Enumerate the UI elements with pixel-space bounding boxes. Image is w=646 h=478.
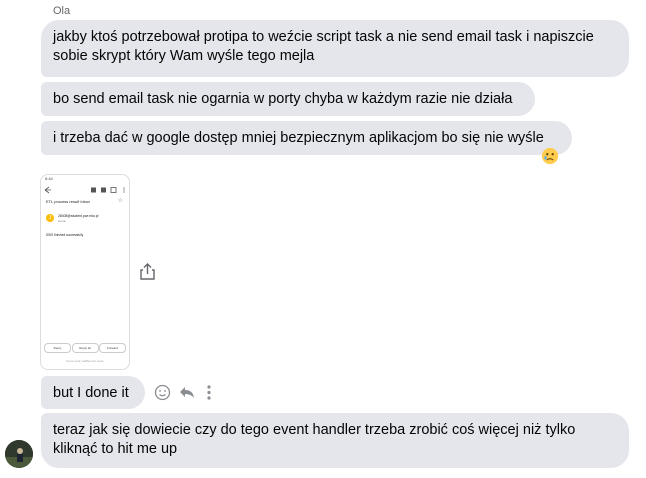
more-icon[interactable] — [205, 384, 213, 401]
message-line-1: jakby ktoś potrzebował protipa to weźcie… — [53, 29, 594, 45]
message-bubble[interactable]: i trzeba dać w google dostęp mniej bezpi… — [41, 121, 572, 155]
message-line-1: teraz jak się dowiecie czy do tego event… — [53, 422, 576, 438]
message-bubble[interactable]: teraz jak się dowiecie czy do tego event… — [41, 413, 629, 468]
message-text: i trzeba dać w google dostęp mniej bezpi… — [53, 130, 544, 146]
message-text: bo send email task nie ogarnia w porty c… — [53, 91, 513, 107]
sad-face-emoji[interactable] — [541, 147, 559, 165]
avatar[interactable] — [5, 440, 33, 468]
message-bubble[interactable]: jakby ktoś potrzebował protipa to weźcie… — [41, 20, 629, 77]
email-footer: Go to your mailbox for more — [66, 359, 104, 363]
sender-name: Ola — [53, 5, 71, 17]
status-bar: 6:44 — [41, 175, 129, 184]
share-icon[interactable] — [139, 262, 156, 281]
email-to: to me — [58, 219, 66, 223]
email-subject: ETL process result Inbox — [46, 199, 90, 204]
inbox-badge: Inbox — [80, 199, 91, 204]
message-line-2: kliknąć to hit me up — [53, 441, 178, 457]
message-bubble[interactable]: bo send email task nie ogarnia w porty c… — [41, 82, 535, 116]
star-icon: ☆ — [117, 198, 123, 204]
react-icon[interactable] — [154, 384, 171, 401]
email-body: SSIS finished successfully — [46, 233, 84, 237]
reply-all-button: Reply all — [71, 343, 99, 353]
reply-button: Reply — [44, 343, 71, 353]
email-actions: Reply Reply all Forward — [44, 343, 126, 353]
email-screenshot-attachment[interactable]: 6:44 ETL process result Inbox ☆ J 28408@… — [40, 174, 130, 370]
reply-icon[interactable] — [178, 384, 196, 401]
sender-avatar: J — [46, 214, 54, 222]
email-from: 28408@student.pwr.edu.pl — [58, 214, 99, 218]
message-bubble[interactable]: but I done it — [41, 376, 145, 409]
status-time: 6:44 — [45, 176, 53, 181]
message-line-2: sobie skrypt który Wam wyśle tego mejla — [53, 48, 315, 64]
email-subject-text: ETL process result — [46, 199, 80, 204]
avatar-image — [5, 440, 33, 468]
email-toolbar — [44, 186, 125, 194]
message-text: but I done it — [53, 385, 129, 401]
forward-button: Forward — [99, 343, 126, 353]
